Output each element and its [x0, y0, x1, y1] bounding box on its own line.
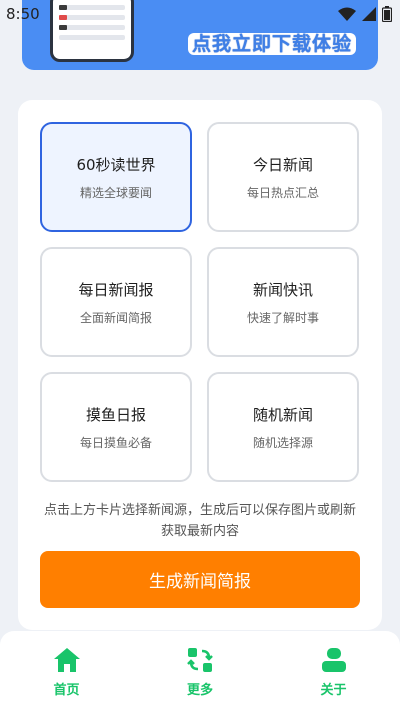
source-subtitle: 全面新闻简报 [79, 310, 152, 325]
banner-label: 点我立即下载体验 [188, 33, 357, 55]
source-title: 随机新闻 [252, 405, 313, 424]
source-title: 每日新闻报 [78, 280, 154, 299]
hint-text: 点击上方卡片选择新闻源，生成后可以保存图片或刷新获取最新内容 [43, 503, 356, 539]
user-icon [321, 648, 346, 672]
source-card-random[interactable]: 随机新闻 随机选择源 [207, 372, 359, 482]
source-card-daily[interactable]: 每日新闻报 全面新闻简报 [40, 247, 192, 357]
source-subtitle: 快速了解时事 [246, 310, 319, 325]
nav-label: 更多 [186, 683, 213, 698]
source-grid: 60秒读世界 精选全球要闻 今日新闻 每日热点汇总 每日新闻报 全面新闻简报 新… [40, 122, 360, 482]
more-icon [187, 648, 213, 672]
banner-text[interactable]: 点我立即下载体验 [184, 28, 360, 57]
nav-item-more[interactable]: 更多 [134, 631, 267, 711]
status-bar: 8:50 [0, 0, 400, 28]
source-title: 60秒读世界 [76, 155, 156, 174]
source-subtitle: 每日摸鱼必备 [79, 435, 152, 450]
generate-brief-button[interactable]: 生成新闻简报 [40, 551, 360, 608]
wifi-icon [338, 7, 356, 21]
source-title: 摸鱼日报 [85, 405, 146, 424]
signal-icon [362, 7, 376, 21]
source-subtitle: 精选全球要闻 [79, 185, 152, 200]
nav-item-about[interactable]: 关于 [267, 631, 400, 711]
battery-icon [382, 6, 392, 22]
bottom-nav: 首页 更多 关于 [0, 631, 400, 711]
source-title: 今日新闻 [252, 155, 313, 174]
home-icon [53, 648, 80, 672]
source-card-60s[interactable]: 60秒读世界 精选全球要闻 [40, 122, 192, 232]
source-card-moyu[interactable]: 摸鱼日报 每日摸鱼必备 [40, 372, 192, 482]
source-subtitle: 每日热点汇总 [246, 185, 319, 200]
status-icons [338, 6, 392, 22]
nav-item-home[interactable]: 首页 [0, 631, 133, 711]
status-time: 8:50 [6, 5, 40, 23]
source-card-flash[interactable]: 新闻快讯 快速了解时事 [207, 247, 359, 357]
source-card-today[interactable]: 今日新闻 每日热点汇总 [207, 122, 359, 232]
source-title: 新闻快讯 [252, 280, 313, 299]
source-subtitle: 随机选择源 [252, 435, 313, 450]
news-source-panel: 60秒读世界 精选全球要闻 今日新闻 每日热点汇总 每日新闻报 全面新闻简报 新… [18, 100, 382, 630]
nav-label: 关于 [320, 683, 347, 698]
nav-label: 首页 [53, 683, 80, 698]
